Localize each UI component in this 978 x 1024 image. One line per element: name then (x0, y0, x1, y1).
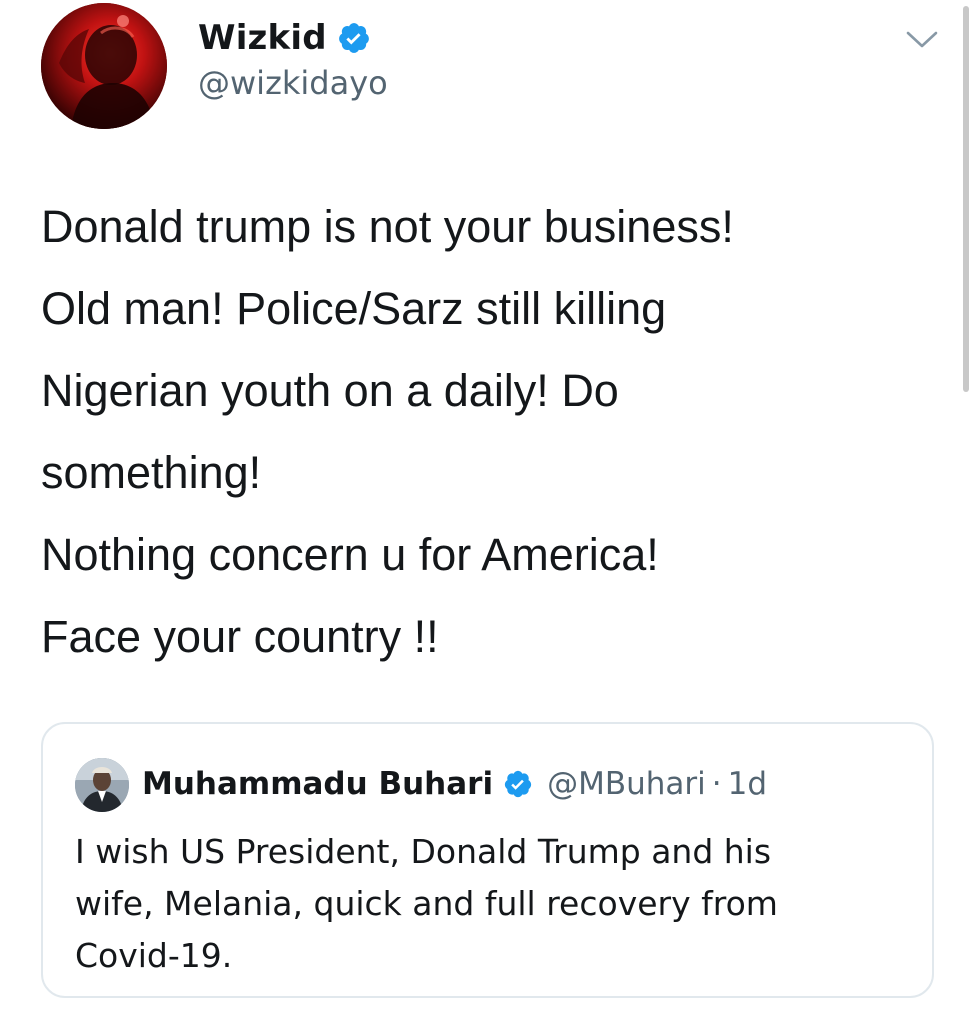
tweet-line: something! (41, 447, 262, 498)
tweet-line: Face your country !! (41, 611, 439, 662)
quoted-tweet-timestamp[interactable]: 1d (728, 766, 767, 802)
meta-separator: · (711, 766, 722, 802)
tweet-line: Old man! Police/Sarz still killing (41, 283, 667, 334)
tweet-line: Nothing concern u for America! (41, 529, 659, 580)
quoted-tweet-line: wife, Melania, quick and full recovery f… (75, 884, 778, 923)
tweet-line: Nigerian youth on a daily! Do (41, 365, 619, 416)
quoted-tweet-header: Muhammadu Buhari @MBuhari · 1d (142, 760, 767, 808)
quoted-tweet-card[interactable]: Muhammadu Buhari @MBuhari · 1d I wish US… (41, 722, 934, 998)
author-avatar[interactable] (41, 3, 167, 129)
quoted-tweet-line: I wish US President, Donald Trump and hi… (75, 832, 772, 871)
author-handle[interactable]: @wizkidayo (198, 64, 388, 102)
scrollbar-thumb[interactable] (963, 6, 969, 392)
avatar-photo-icon (41, 3, 167, 129)
author-display-name[interactable]: Wizkid (198, 18, 327, 58)
quoted-author-avatar[interactable] (75, 758, 129, 812)
tweet-line: Donald trump is not your business! (41, 201, 734, 252)
verified-badge-icon (503, 769, 533, 799)
chevron-down-icon[interactable] (902, 24, 942, 54)
tweet-screenshot: Wizkid @wizkidayo Donald trump is not yo… (0, 0, 978, 1024)
tweet-body: Donald trump is not your business! Old m… (41, 186, 921, 678)
quoted-tweet-line: Covid-19. (75, 936, 233, 975)
author-name-row: Wizkid (198, 12, 371, 64)
quoted-tweet-meta: @MBuhari · 1d (547, 766, 767, 802)
verified-badge-icon (337, 21, 371, 55)
quoted-author-handle[interactable]: @MBuhari (547, 766, 706, 802)
quoted-tweet-body: I wish US President, Donald Trump and hi… (75, 826, 905, 982)
avatar-photo-icon (75, 758, 129, 812)
quoted-author-name[interactable]: Muhammadu Buhari (142, 766, 493, 802)
